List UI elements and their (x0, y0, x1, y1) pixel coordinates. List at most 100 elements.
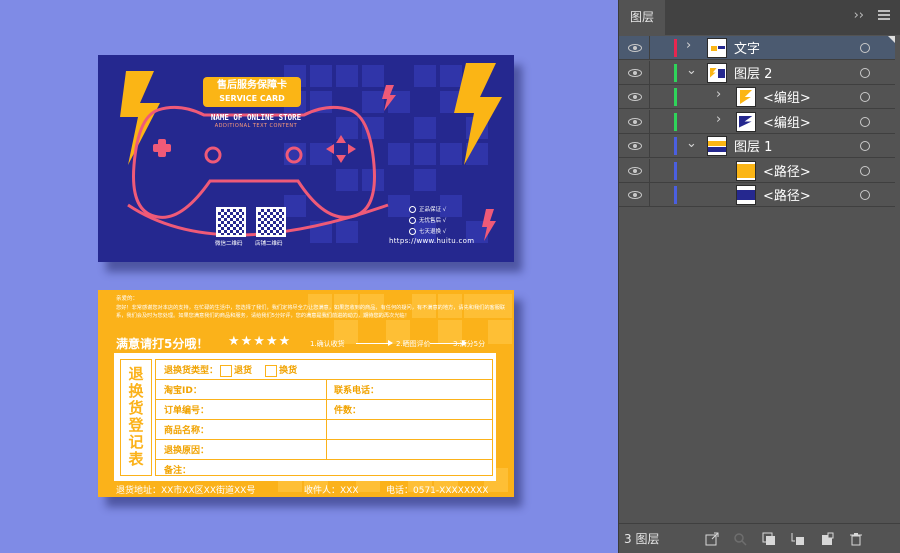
tab-layers[interactable]: 图层 (619, 0, 665, 35)
step-1: 1.确认收货 (310, 340, 345, 348)
panel-header: 图层 ›› (619, 0, 900, 35)
panel-menu-icon[interactable] (878, 10, 890, 20)
chevron-right-icon[interactable]: › (686, 38, 691, 53)
chevron-down-icon[interactable]: ⌄ (686, 63, 697, 78)
form-row: 订单编号： 件数： (156, 400, 492, 420)
target-circle-icon[interactable] (860, 141, 870, 151)
target-circle-icon[interactable] (860, 165, 870, 176)
step-2: 2.晒图评价 (396, 340, 431, 348)
visibility-eye-icon[interactable] (628, 93, 642, 101)
chevron-down-icon[interactable]: ⌄ (686, 136, 697, 151)
step-3: 3.满分5分 (453, 340, 486, 348)
benefit-item: 七天退换 √ (409, 227, 446, 235)
pieces-field: 件数： (334, 406, 362, 416)
footer-address: 退货地址：XX市XX区XX街道XX号 (116, 486, 256, 496)
badge-title-cn: 售后服务保障卡 (217, 80, 287, 91)
layer-name: 图层 2 (734, 66, 773, 82)
layer-row[interactable]: › <编组> (619, 109, 895, 134)
artboard-canvas[interactable]: 售后服务保障卡 SERVICE CARD NAME OF ONLINE STOR… (0, 0, 618, 553)
star-rating: ★★★★★ (228, 334, 292, 349)
layer-color-indicator (674, 161, 677, 180)
layer-row[interactable]: ⌄ 图层 1 (619, 134, 895, 158)
layer-row[interactable]: <路径> (619, 183, 895, 207)
wechat-qr-code (216, 207, 246, 237)
visibility-eye-icon[interactable] (628, 191, 642, 199)
new-sublayer-icon[interactable] (791, 532, 805, 546)
layer-thumbnail (736, 160, 756, 181)
layer-color-indicator (674, 186, 677, 204)
layer-name: <路径> (763, 189, 811, 204)
store-url: https://www.huitu.com (389, 237, 475, 245)
layer-color-indicator (674, 112, 677, 131)
benefit-item: 无忧售后 √ (409, 216, 446, 224)
layer-row[interactable]: › 文字 (619, 36, 895, 60)
reason-field: 退换原因： (164, 446, 210, 456)
return-checkbox[interactable] (220, 364, 233, 377)
store-name: NAME OF ONLINE STORE (210, 113, 302, 122)
phone-field: 联系电话： (334, 386, 380, 396)
layer-color-indicator (674, 39, 677, 57)
taobao-id-field: 淘宝ID： (164, 386, 202, 396)
visibility-eye-icon[interactable] (628, 44, 642, 52)
form-row: 淘宝ID： 联系电话： (156, 380, 492, 400)
layer-row[interactable]: › <编组> (619, 85, 895, 109)
form-row: 备注： (156, 460, 492, 477)
clipping-mask-icon[interactable] (762, 532, 776, 546)
layers-panel: 图层 ›› › 文字 ⌄ 图层 2 › <编组> › <编组> ⌄ 图层 1 <路径> <路径> 3 … (618, 0, 900, 553)
layer-thumbnail (736, 185, 756, 205)
layer-row[interactable]: ⌄ 图层 2 (619, 60, 895, 85)
target-circle-icon[interactable] (860, 116, 870, 127)
panel-footer: 3 图层 (619, 523, 900, 553)
target-circle-icon[interactable] (860, 92, 870, 102)
target-circle-icon[interactable] (860, 43, 870, 53)
visibility-eye-icon[interactable] (628, 142, 642, 150)
visibility-eye-icon[interactable] (628, 68, 642, 77)
exchange-option-label: 换货 (279, 366, 298, 376)
visibility-eye-icon[interactable] (628, 117, 642, 126)
search-icon[interactable] (733, 532, 747, 546)
benefit-icon (409, 216, 416, 224)
greeting-text: 亲爱的： (116, 296, 139, 302)
store-subtitle: ADDITIONAL TEXT CONTENT (214, 123, 298, 129)
shop-qr-label: 店铺二维码 (255, 241, 283, 247)
layer-name: <路径> (763, 164, 811, 180)
new-layer-icon[interactable] (820, 532, 834, 546)
pink-bolt-top (382, 85, 396, 111)
layer-thumbnail (736, 87, 756, 107)
thank-you-paragraph: 您好！非常感谢您对本店的支持，在忙碌的生活中，您选择了我们，我们定将尽全力让您满… (116, 305, 506, 319)
layer-name: <编组> (763, 91, 811, 106)
form-row-type: 退换货类型： 退货 换货 (156, 360, 492, 380)
layer-color-indicator (674, 137, 677, 155)
target-circle-icon[interactable] (860, 67, 870, 78)
wechat-qr-label: 微信二维码 (215, 241, 243, 247)
layer-row[interactable]: <路径> (619, 158, 895, 183)
satisfaction-heading: 满意请打5分哦！ (116, 337, 209, 351)
export-icon[interactable] (705, 532, 719, 546)
chevron-right-icon[interactable]: › (716, 87, 721, 102)
benefit-item: 正品保证 √ (409, 205, 446, 213)
exchange-checkbox[interactable] (265, 364, 278, 377)
collapse-panel-icon[interactable]: ›› (854, 8, 864, 23)
visibility-eye-icon[interactable] (628, 166, 642, 175)
service-card-back[interactable]: 亲爱的： 您好！非常感谢您对本店的支持，在忙碌的生活中，您选择了我们，我们定将尽… (98, 290, 514, 497)
service-card-front[interactable]: 售后服务保障卡 SERVICE CARD NAME OF ONLINE STOR… (98, 55, 514, 262)
trash-icon[interactable] (849, 532, 863, 546)
layer-color-indicator (674, 63, 677, 82)
return-option-label: 退货 (234, 366, 253, 376)
layer-thumbnail (707, 38, 727, 58)
target-circle-icon[interactable] (860, 190, 870, 200)
shop-qr-code (256, 207, 286, 237)
benefit-icon (409, 227, 416, 235)
layer-thumbnail (707, 136, 727, 156)
product-name-field: 商品名称： (164, 426, 210, 436)
footer-phone: 电话：0571-XXXXXXXX (386, 486, 489, 496)
benefit-icon (409, 205, 416, 213)
chevron-right-icon[interactable]: › (716, 112, 721, 127)
layer-name: <编组> (763, 115, 811, 131)
layer-color-indicator (674, 88, 677, 106)
order-number-field: 订单编号： (164, 406, 210, 416)
gamepad-illustration (120, 63, 502, 241)
service-badge: 售后服务保障卡 SERVICE CARD (203, 77, 301, 107)
form-grid: 退换货类型： 退货 换货 淘宝ID： 联系电话： 订单编号： 件数： 商品名称： … (155, 359, 493, 476)
badge-title-en: SERVICE CARD (219, 94, 285, 103)
